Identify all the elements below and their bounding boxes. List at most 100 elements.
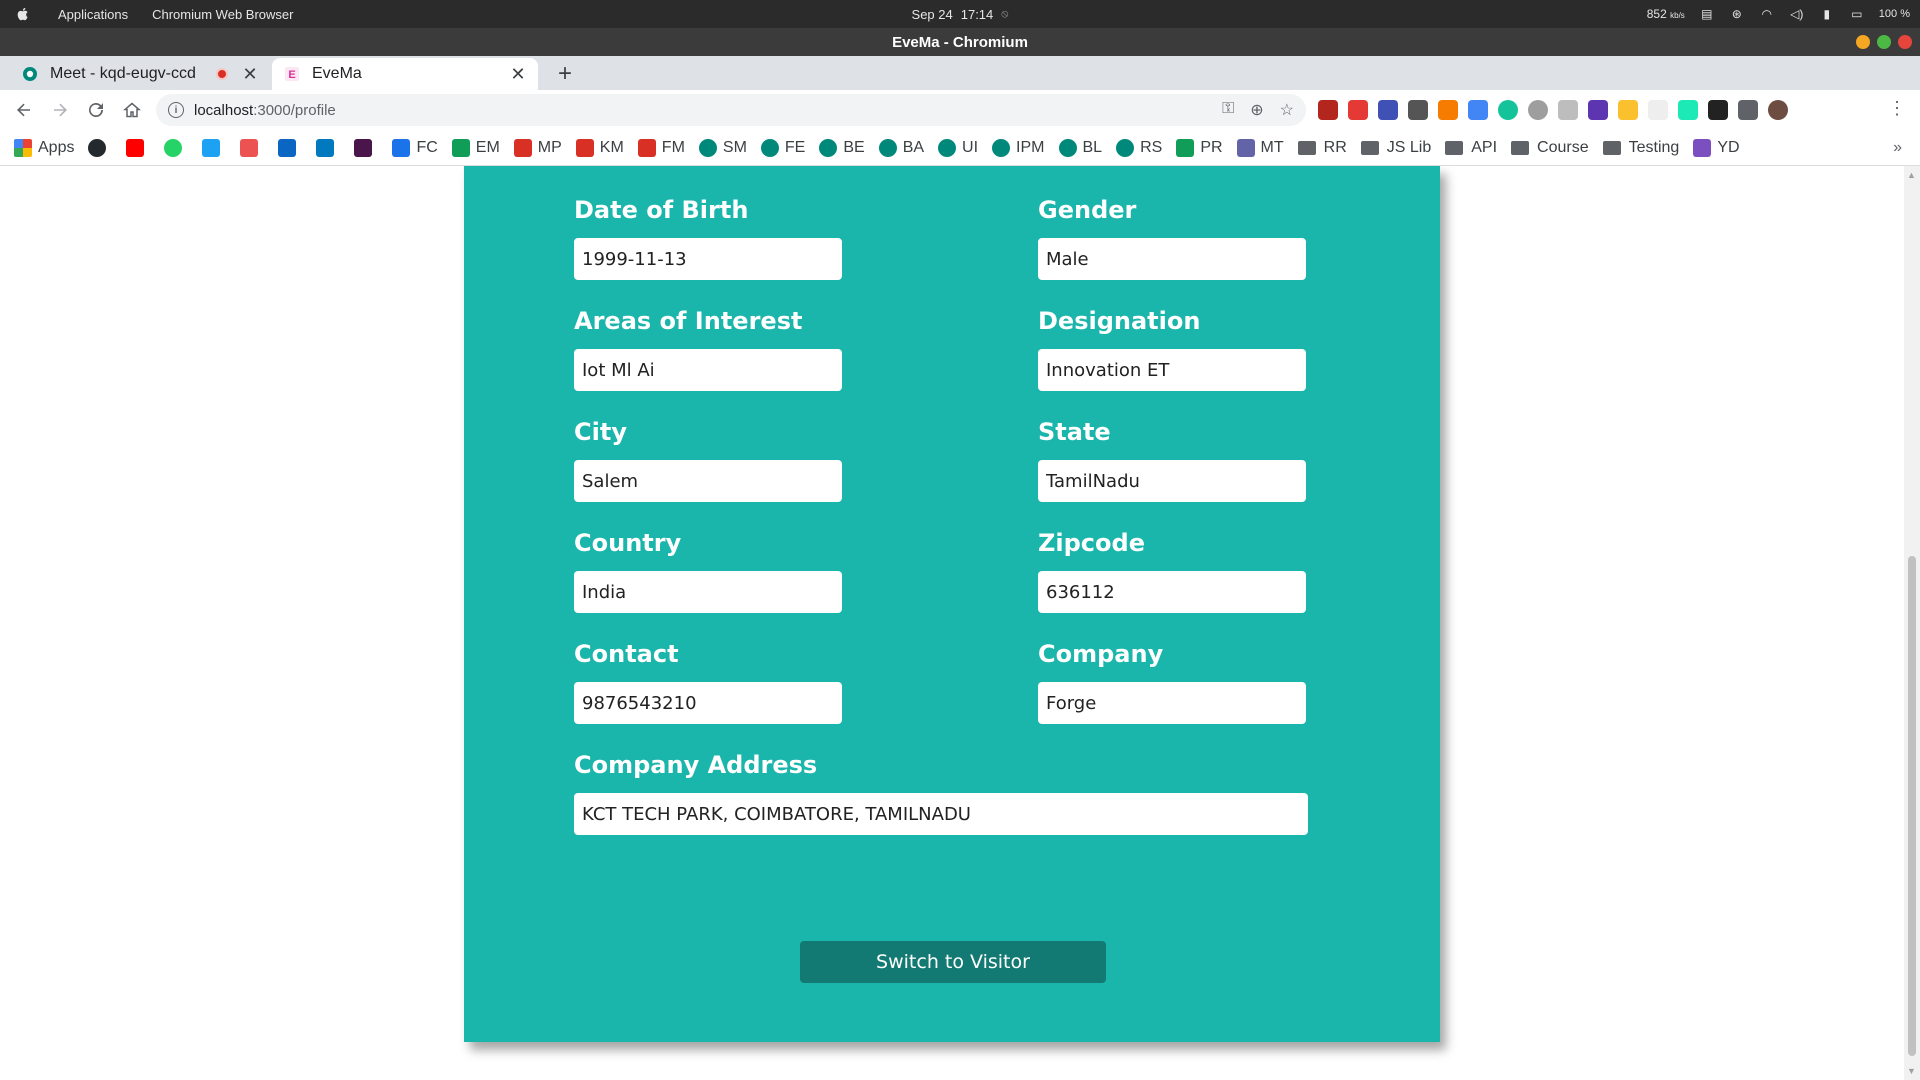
city-input[interactable] xyxy=(574,460,842,502)
accessibility-icon[interactable]: ⊛ xyxy=(1729,7,1745,21)
print-extension-icon[interactable] xyxy=(1378,100,1398,120)
country-input[interactable] xyxy=(574,571,842,613)
bookmark-item[interactable]: API xyxy=(1445,139,1497,157)
bookmark-label: IPM xyxy=(1016,138,1045,156)
wifi-icon[interactable]: ◠ xyxy=(1759,7,1775,21)
page-scrollbar[interactable]: ▲ ▼ xyxy=(1904,166,1920,1080)
address-bar[interactable]: i localhost:3000/profile ⚿ ⊕ ☆ xyxy=(156,94,1306,126)
bookmark-youtube[interactable] xyxy=(126,138,150,157)
bookmark-item[interactable]: EM xyxy=(451,138,500,157)
tab-meet[interactable]: Meet - kqd-eugv-ccd ✕ xyxy=(10,58,270,90)
bookmark-item[interactable]: MP xyxy=(513,138,562,157)
window-title-bar[interactable]: EveMa - Chromium xyxy=(0,28,1920,56)
new-tab-button[interactable]: + xyxy=(552,60,578,88)
runner-extension-icon[interactable] xyxy=(1678,100,1698,120)
bookmark-item[interactable]: FC xyxy=(392,138,438,157)
grammarly-extension-icon[interactable] xyxy=(1498,100,1518,120)
avatar[interactable] xyxy=(1768,100,1788,120)
bookmark-item[interactable]: MT xyxy=(1236,138,1284,157)
close-tab-icon[interactable]: ✕ xyxy=(242,64,258,85)
wolf-extension-icon[interactable] xyxy=(1708,100,1728,120)
badge-extension-icon[interactable] xyxy=(1438,100,1458,120)
bookmark-item[interactable]: BL xyxy=(1058,138,1102,157)
company-label: Company xyxy=(1038,640,1164,668)
bookmark-item[interactable]: FM xyxy=(637,138,685,157)
zoom-icon[interactable]: ⊕ xyxy=(1250,100,1263,120)
close-tab-icon[interactable]: ✕ xyxy=(510,64,526,85)
volume-icon[interactable]: ◁) xyxy=(1789,7,1805,21)
recording-indicator-icon xyxy=(216,68,228,80)
bookmark-item[interactable]: Testing xyxy=(1602,139,1679,157)
scroll-down-icon[interactable]: ▼ xyxy=(1907,1066,1916,1076)
translate-extension-icon[interactable] xyxy=(1468,100,1488,120)
drive-icon xyxy=(451,138,470,157)
zipcode-input[interactable] xyxy=(1038,571,1306,613)
bookmark-item[interactable]: BE xyxy=(819,138,865,157)
bookmark-item[interactable]: KM xyxy=(575,138,624,157)
key-icon[interactable]: ⚿ xyxy=(1222,100,1234,120)
json-extension-icon[interactable] xyxy=(1648,100,1668,120)
hey-extension-icon[interactable] xyxy=(1618,100,1638,120)
grid-extension-icon[interactable] xyxy=(1348,100,1368,120)
navigation-bar: i localhost:3000/profile ⚿ ⊕ ☆ ⋮ xyxy=(0,90,1920,130)
contact-input[interactable] xyxy=(574,682,842,724)
gender-input[interactable] xyxy=(1038,238,1306,280)
bookmark-whatsapp[interactable] xyxy=(164,138,188,157)
bookmark-item[interactable]: RR xyxy=(1297,139,1347,157)
battery-icon[interactable]: ▭ xyxy=(1849,7,1865,21)
bookmark-item[interactable]: SM xyxy=(698,138,747,157)
company-address-input[interactable] xyxy=(574,793,1308,835)
company-input[interactable] xyxy=(1038,682,1306,724)
os-clock[interactable]: Sep 24 17:14 ⦸ xyxy=(912,7,1009,22)
more-bookmarks-button[interactable]: » xyxy=(1893,139,1902,157)
browser-menu-icon[interactable]: ⋮ xyxy=(1888,98,1906,119)
bookmark-star-icon[interactable]: ☆ xyxy=(1280,100,1294,120)
bookmark-udemy[interactable] xyxy=(240,138,264,157)
home-button[interactable] xyxy=(114,92,150,128)
bookmark-github[interactable] xyxy=(88,138,112,157)
puzzle-extensions-icon[interactable] xyxy=(1738,100,1758,120)
bookmark-item[interactable]: UI xyxy=(938,138,978,157)
bookmark-item[interactable]: RS xyxy=(1116,138,1162,157)
microphone-icon[interactable]: ▮ xyxy=(1819,7,1835,21)
bookmark-label: BA xyxy=(902,138,925,156)
scroll-thumb[interactable] xyxy=(1908,556,1916,1056)
pdf-extension-icon[interactable] xyxy=(1318,100,1338,120)
bookmark-twitter[interactable] xyxy=(202,138,226,157)
bookmark-linkedin[interactable] xyxy=(278,138,302,157)
forward-button[interactable] xyxy=(42,92,78,128)
bookmark-item[interactable]: JS Lib xyxy=(1360,139,1431,157)
maximize-button[interactable] xyxy=(1877,35,1891,49)
designation-input[interactable] xyxy=(1038,349,1306,391)
clipboard-icon[interactable]: ▤ xyxy=(1699,7,1715,21)
bookmark-apps[interactable]: Apps xyxy=(14,138,74,157)
bookmark-item[interactable]: YD xyxy=(1693,138,1740,157)
back-button[interactable] xyxy=(6,92,42,128)
tab-evema[interactable]: E EveMa ✕ xyxy=(272,58,538,90)
cube-extension-icon[interactable] xyxy=(1588,100,1608,120)
settings-extension-icon[interactable] xyxy=(1528,100,1548,120)
bookmark-item[interactable]: IPM xyxy=(992,138,1045,157)
reload-button[interactable] xyxy=(78,92,114,128)
bookmark-item[interactable]: FE xyxy=(760,138,805,157)
minimize-button[interactable] xyxy=(1856,35,1870,49)
eyedropper-extension-icon[interactable] xyxy=(1408,100,1428,120)
bookmark-item[interactable]: Course xyxy=(1511,139,1589,157)
areas-of-interest-input[interactable] xyxy=(574,349,842,391)
apple-menu-icon[interactable] xyxy=(0,6,46,22)
copy-extension-icon[interactable] xyxy=(1558,100,1578,120)
bookmark-slack[interactable] xyxy=(354,138,378,157)
state-input[interactable] xyxy=(1038,460,1306,502)
bookmark-trello[interactable] xyxy=(316,138,340,157)
close-window-button[interactable] xyxy=(1898,35,1912,49)
svg-text:E: E xyxy=(288,69,295,81)
date-of-birth-input[interactable] xyxy=(574,238,842,280)
bookmark-item[interactable]: PR xyxy=(1176,138,1223,157)
switch-to-visitor-button[interactable]: Switch to Visitor xyxy=(800,941,1106,983)
os-menu-applications[interactable]: Applications xyxy=(46,7,140,22)
page-viewport: Date of Birth Gender Areas of Interest D… xyxy=(0,166,1904,1080)
bookmark-item[interactable]: BA xyxy=(878,138,925,157)
os-menu-app-name[interactable]: Chromium Web Browser xyxy=(140,7,305,22)
scroll-up-icon[interactable]: ▲ xyxy=(1907,170,1916,180)
site-info-icon[interactable]: i xyxy=(168,102,184,118)
